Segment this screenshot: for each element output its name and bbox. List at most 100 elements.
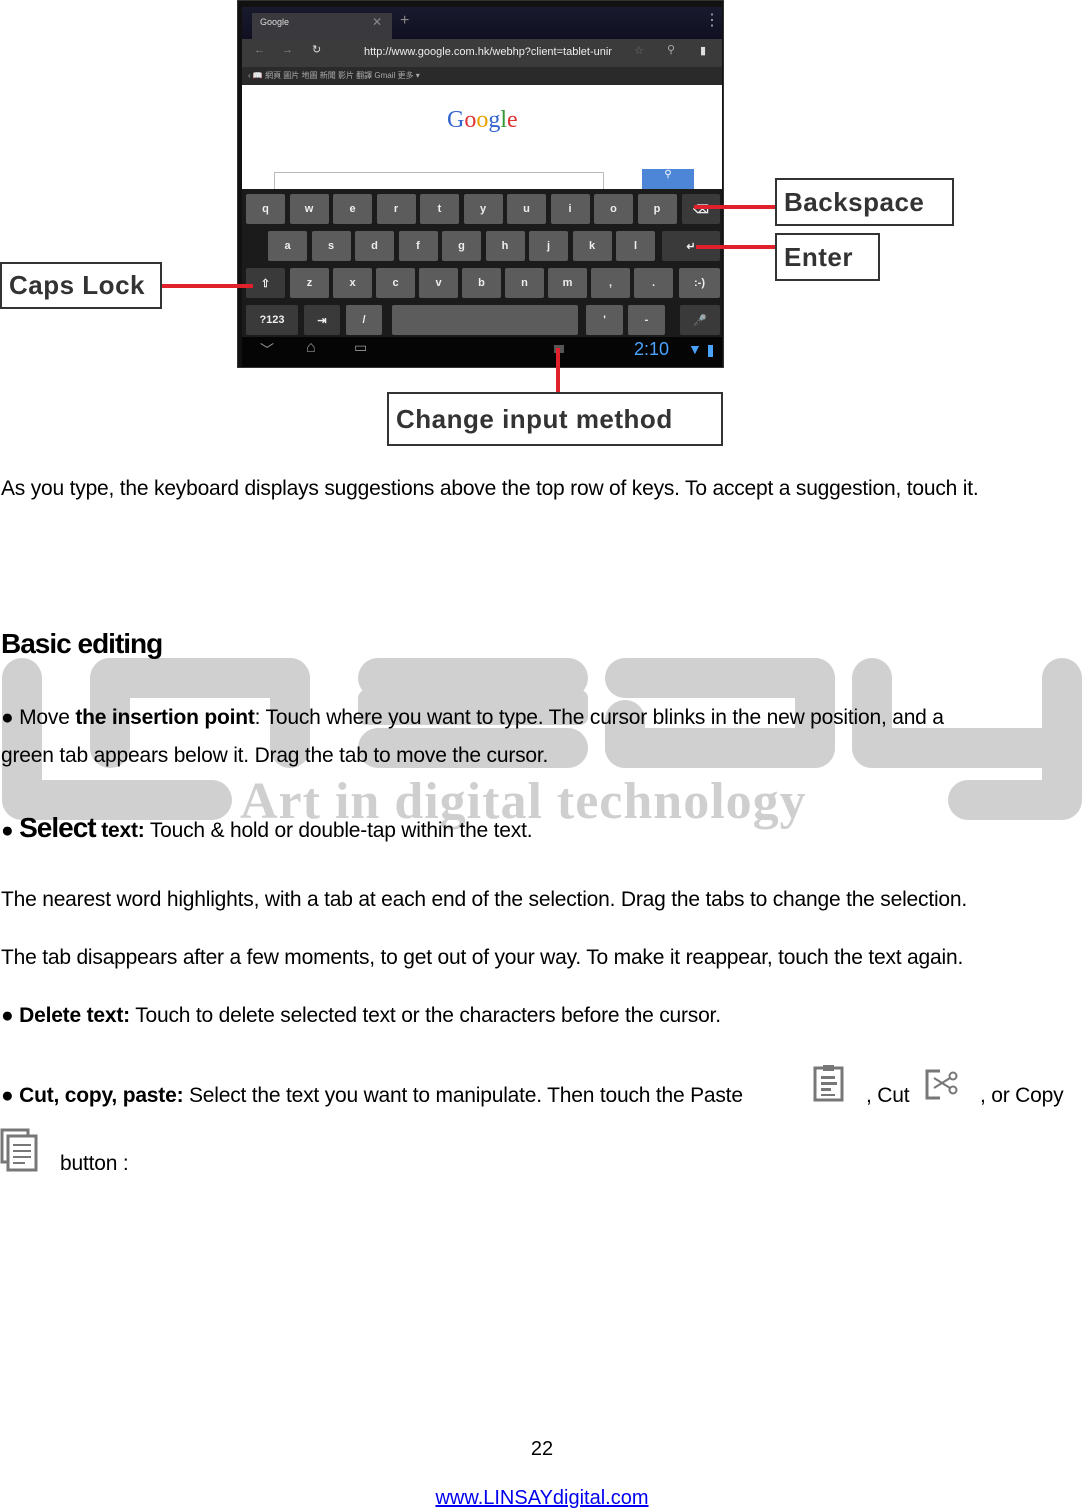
enter-pointer (696, 245, 776, 249)
cut-icon (925, 1069, 958, 1100)
search-icon: ⚲ (667, 44, 676, 56)
item-term: Select (19, 812, 96, 843)
key-1: w (289, 194, 329, 224)
item-text: Touch to delete selected text or the cha… (129, 1004, 721, 1027)
paste-icon (813, 1065, 844, 1102)
shift-key: ⇧ (246, 268, 285, 298)
key-3: v (419, 268, 458, 298)
key-6: j (529, 231, 568, 261)
key-6: u (507, 194, 546, 224)
item-text: Move (19, 706, 76, 729)
home-nav-icon: ⌂ (306, 339, 316, 356)
bullet: ● (1, 819, 14, 842)
system-nav-bar: ﹀ ⌂ ▭ 2:10 ▼ (242, 337, 722, 367)
section-heading: Basic editing (1, 628, 163, 659)
callout-caps-lock: Caps Lock (0, 262, 162, 309)
key-7: k (572, 231, 612, 261)
dash-key: - (628, 305, 665, 335)
move-insertion-line2: green tab appears below it. Drag the tab… (1, 744, 549, 767)
bullet: ● (1, 706, 14, 729)
key-7: i (550, 194, 590, 224)
select-text-item: ● Select text: Touch & hold or double-ta… (1, 812, 533, 844)
wifi-icon: ▼ (688, 341, 702, 357)
bookmarks-icon: ▮ (700, 45, 707, 57)
key-3: f (398, 231, 438, 261)
page-number: 22 (530, 1438, 554, 1460)
battery-icon (708, 345, 713, 357)
item-term: Delete text: (19, 1004, 130, 1027)
item-term-suffix: text: (95, 819, 145, 842)
back-nav-icon: ﹀ (260, 342, 274, 358)
intro-paragraph: As you type, the keyboard displays sugge… (1, 477, 979, 500)
tablet-keyboard-screenshot: Google ✕ + ⋮ ← → ↻ http://www.google.com… (237, 0, 724, 368)
star-icon: ☆ (634, 45, 644, 57)
new-tab-icon: + (400, 12, 410, 29)
key-1: s (311, 231, 351, 261)
copy-icon (0, 1128, 38, 1172)
button-label: button : (60, 1152, 129, 1175)
key-7: , (591, 268, 630, 298)
reload-icon: ↻ (312, 44, 322, 56)
key-9: p (637, 194, 677, 224)
close-tab-icon: ✕ (372, 15, 383, 29)
website-link[interactable]: www.LINSAYdigital.com (0, 1487, 1084, 1510)
browser-tab: Google (252, 13, 392, 39)
web-view: Google ⚲ (242, 85, 722, 190)
move-insertion-item: ● Move the insertion point: Touch where … (1, 706, 944, 730)
search-button: ⚲ (642, 169, 694, 189)
on-screen-keyboard: q w e r t y u i o p ⌫ a s d f g h j k l ↵ ⇧ z x c v b n m,.:-) ?123 ⇥ /… (242, 189, 722, 337)
delete-text-item: ● Delete text: Touch to delete selected … (1, 1004, 721, 1028)
callout-change-input-method: Change input method (387, 392, 723, 446)
key-8: l (616, 231, 655, 261)
backspace-key: ⌫ (682, 194, 720, 224)
key-5: n (505, 268, 544, 298)
symbols-key: ?123 (246, 305, 298, 335)
slash-key: / (346, 305, 382, 335)
item-term: the insertion point (75, 706, 255, 729)
caps-lock-pointer (161, 284, 253, 288)
change-input-pointer (556, 348, 560, 394)
space-key (392, 305, 578, 335)
key-4: g (442, 231, 481, 261)
google-logo: Google (447, 107, 518, 133)
item-text: Touch & hold or double-tap within the te… (144, 819, 533, 842)
callout-backspace: Backspace (775, 178, 954, 226)
smiley-key: :-) (679, 268, 720, 298)
key-0: z (290, 268, 329, 298)
recent-apps-icon: ▭ (354, 339, 368, 355)
search-field (274, 172, 604, 190)
apostrophe-key: ' (586, 305, 623, 335)
key-8: o (594, 194, 633, 224)
nearest-word-paragraph: The nearest word highlights, with a tab … (1, 888, 968, 911)
tab-disappears-paragraph: The tab disappears after a few moments, … (1, 946, 964, 969)
key-2: d (355, 231, 394, 261)
key-0: a (268, 231, 307, 261)
cut-label: , Cut (866, 1084, 910, 1107)
key-6: m (548, 268, 587, 298)
cut-copy-paste-item: ● Cut, copy, paste: Select the text you … (1, 1084, 743, 1108)
item-term: Cut, copy, paste: (19, 1084, 184, 1107)
backspace-pointer (694, 205, 776, 209)
key-2: c (376, 268, 415, 298)
key-5: h (485, 231, 525, 261)
key-8: . (634, 268, 673, 298)
key-4: t (420, 194, 459, 224)
key-4: b (462, 268, 501, 298)
item-text: Select the text you want to manipulate. … (183, 1084, 743, 1107)
key-5: y (463, 194, 503, 224)
document-page: Art in digital technology Google ✕ + ⋮ ←… (0, 0, 1084, 1511)
key-3: r (376, 194, 416, 224)
url-bar: ← → ↻ http://www.google.com.hk/webhp?cli… (242, 39, 722, 67)
copy-label: , or Copy (980, 1084, 1064, 1107)
tab-key: ⇥ (304, 305, 340, 335)
microphone-key: 🎤 (680, 305, 720, 335)
item-text: : Touch where you want to type. The curs… (254, 706, 944, 729)
callout-enter: Enter (775, 233, 880, 281)
browser-tab-bar: Google ✕ + ⋮ (242, 7, 722, 39)
key-0: q (246, 194, 285, 224)
menu-icon: ⋮ (704, 12, 720, 29)
forward-icon: → (282, 44, 293, 56)
bullet: ● (1, 1084, 14, 1107)
clock: 2:10 (634, 339, 670, 359)
bullet: ● (1, 1004, 14, 1027)
